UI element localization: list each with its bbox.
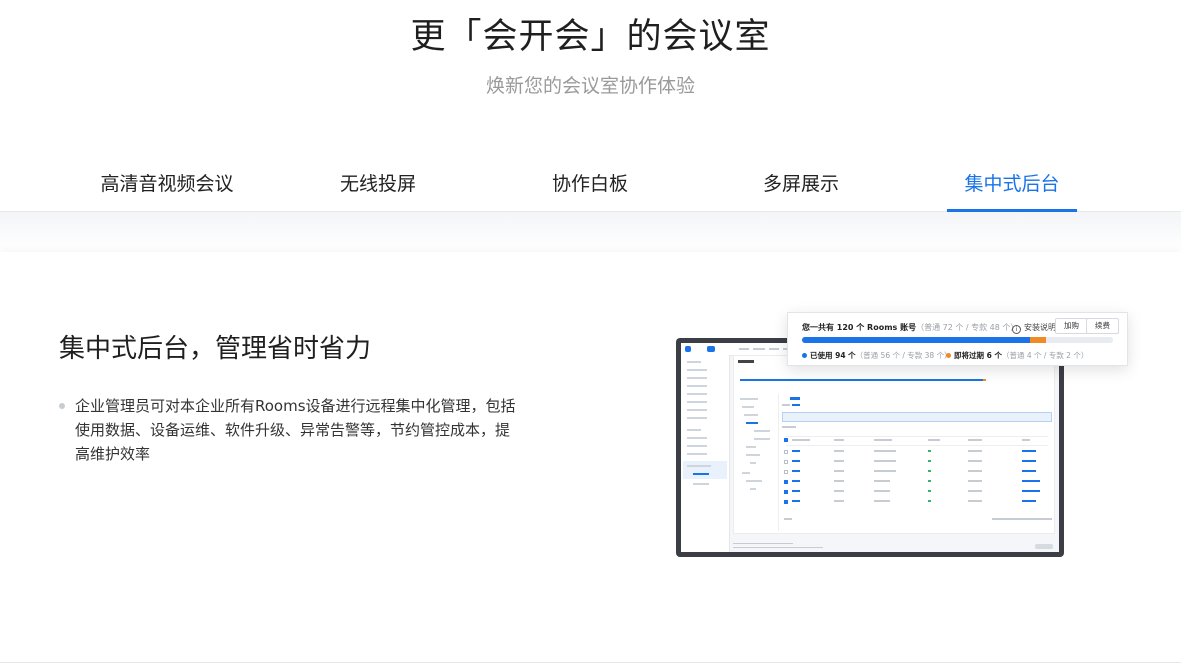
used-dot-icon [802, 353, 807, 358]
install-guide-label: 安装说明 [1024, 323, 1056, 332]
account-summary-total: 您一共有 120 个 Rooms 账号 [802, 323, 917, 332]
renew-button[interactable]: 续费 [1086, 318, 1119, 334]
console-usage-bar [740, 379, 984, 381]
tab-video-conference[interactable]: 高清音视频会议 [62, 169, 272, 196]
feature-bullet-text: 企业管理员可对本企业所有Rooms设备进行远程集中化管理，包括使用数据、设备运维… [75, 397, 516, 463]
used-segment [802, 337, 1046, 343]
tencent-meeting-brand-icon [1035, 544, 1053, 549]
rooms-account-summary-card: 您一共有 120 个 Rooms 账号（普通 72 个 / 专款 48 个） i… [787, 312, 1128, 366]
feature-bullet: 企业管理员可对本企业所有Rooms设备进行远程集中化管理，包括使用数据、设备运维… [59, 394, 519, 466]
tab-whiteboard[interactable]: 协作白板 [485, 169, 695, 196]
console-room-tree [736, 394, 779, 531]
bullet-dot-icon [59, 403, 65, 409]
console-main-panel [733, 355, 1055, 534]
expiring-dot-icon [946, 353, 951, 358]
account-summary-breakdown: （普通 72 个 / 专款 48 个） [916, 323, 1019, 332]
feature-title: 集中式后台，管理省时省力 [59, 334, 372, 364]
used-breakdown: （普通 56 个 / 专款 38 个） [855, 351, 952, 360]
used-legend: 已使用 94 个（普通 56 个 / 专款 38 个） [802, 350, 952, 361]
account-usage-progress [802, 337, 1113, 343]
feature-tabs: 高清音视频会议 无线投屏 协作白板 多屏展示 集中式后台 [0, 155, 1181, 212]
tencent-meeting-logo-icon [707, 346, 715, 352]
console-room-table [782, 394, 1052, 531]
console-notice-banner [782, 412, 1052, 422]
install-guide-link[interactable]: i 安装说明 [1012, 322, 1056, 334]
expiring-count: 即将过期 6 个 [954, 351, 1002, 360]
expiring-breakdown: （普通 4 个 / 专款 2 个） [1001, 351, 1089, 360]
admin-console-screenshot [676, 338, 1064, 557]
hero-subtitle: 焕新您的会议室协作体验 [485, 75, 695, 97]
console-logo-icon [685, 346, 691, 352]
console-sidebar [681, 355, 730, 552]
tab-wireless-casting[interactable]: 无线投屏 [273, 169, 483, 196]
hero-title: 更「会开会」的会议室 [410, 17, 771, 57]
buy-more-button[interactable]: 加购 [1055, 318, 1088, 334]
used-count: 已使用 94 个 [810, 351, 856, 360]
tab-central-admin[interactable]: 集中式后台 [907, 169, 1117, 196]
feature-bullet-list: 企业管理员可对本企业所有Rooms设备进行远程集中化管理，包括使用数据、设备运维… [59, 394, 519, 466]
page: 更「会开会」的会议室 焕新您的会议室协作体验 高清音视频会议 无线投屏 协作白板… [0, 0, 1181, 663]
expiring-legend: 即将过期 6 个（普通 4 个 / 专款 2 个） [946, 350, 1088, 361]
tab-multi-screen[interactable]: 多屏展示 [696, 169, 906, 196]
account-summary-text: 您一共有 120 个 Rooms 账号（普通 72 个 / 专款 48 个） [802, 322, 1018, 333]
console-screen [681, 343, 1059, 552]
info-circle-icon: i [1012, 325, 1021, 334]
expiring-segment [1030, 337, 1046, 343]
